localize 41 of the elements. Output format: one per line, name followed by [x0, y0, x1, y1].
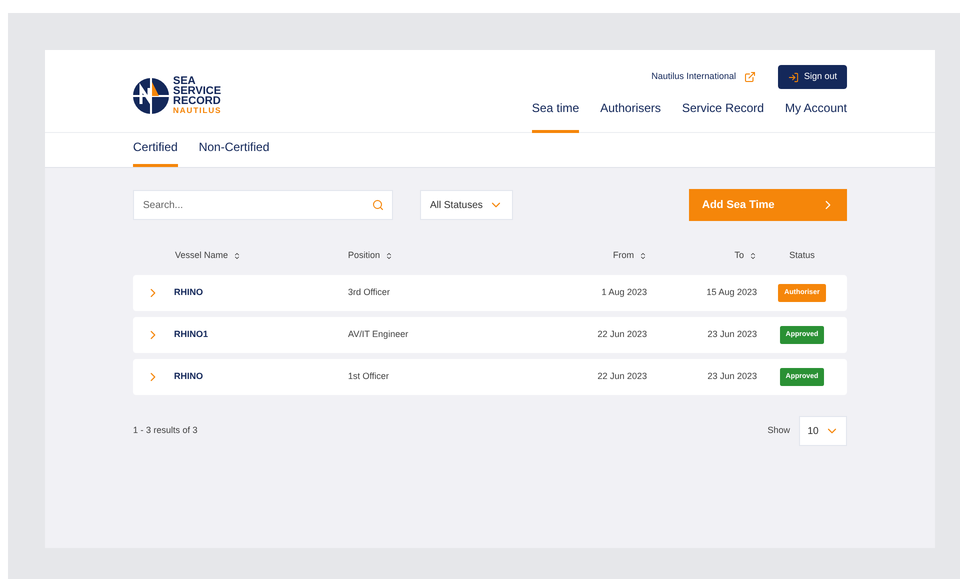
vessel-name: RHINO1 — [174, 328, 208, 342]
vessel-name: RHINO — [174, 370, 203, 384]
from-date: 1 Aug 2023 — [601, 286, 647, 300]
to-date: 23 Jun 2023 — [707, 328, 757, 342]
logo-text: RECORD — [173, 96, 222, 106]
sort-icon — [749, 252, 757, 260]
position-cell: 1st Officer — [348, 371, 389, 382]
position-cell: AV/IT Engineer — [348, 329, 408, 340]
logo-icon — [133, 78, 169, 114]
column-header[interactable]: To — [734, 249, 744, 263]
logo-text: SERVICE — [173, 86, 222, 96]
logo-text: SEA — [173, 76, 196, 86]
status-dropdown[interactable]: All Statuses — [420, 190, 513, 220]
sort-icon — [639, 252, 647, 260]
results-count: 1 - 3 results of 3 — [133, 424, 198, 438]
search-icon — [372, 199, 384, 211]
show-label: Show — [767, 424, 790, 438]
position-cell: 3rd Officer — [348, 287, 390, 298]
tab[interactable]: Certified — [133, 138, 178, 167]
from-date: 22 Jun 2023 — [597, 328, 647, 342]
column-header[interactable]: Status — [789, 249, 815, 263]
column-header[interactable]: From — [613, 249, 634, 263]
to-date: 15 Aug 2023 — [706, 286, 757, 300]
logo-subtitle: NAUTILUS — [173, 106, 222, 116]
nautilus-link[interactable]: Nautilus International — [651, 70, 756, 84]
column-header[interactable]: Position — [348, 249, 380, 263]
nav-tab[interactable]: Authorisers — [600, 98, 661, 133]
external-link-icon — [744, 71, 756, 83]
nav-tab[interactable]: Service Record — [682, 98, 764, 133]
sort-icon — [233, 252, 242, 260]
vessel-name: RHINO — [174, 286, 203, 300]
tab[interactable]: Non-Certified — [198, 138, 270, 167]
column-header[interactable]: Vessel Name — [175, 249, 228, 263]
to-date: 23 Jun 2023 — [707, 370, 757, 384]
from-date: 22 Jun 2023 — [597, 370, 647, 384]
sort-icon — [385, 252, 394, 260]
sign-out-button[interactable]: Sign out — [778, 65, 847, 89]
nav-tab[interactable]: My Account — [784, 98, 847, 133]
sign-out-icon — [788, 72, 799, 82]
page-size-dropdown[interactable]: 10 — [799, 416, 847, 446]
search-field[interactable]: Search... — [133, 190, 393, 220]
